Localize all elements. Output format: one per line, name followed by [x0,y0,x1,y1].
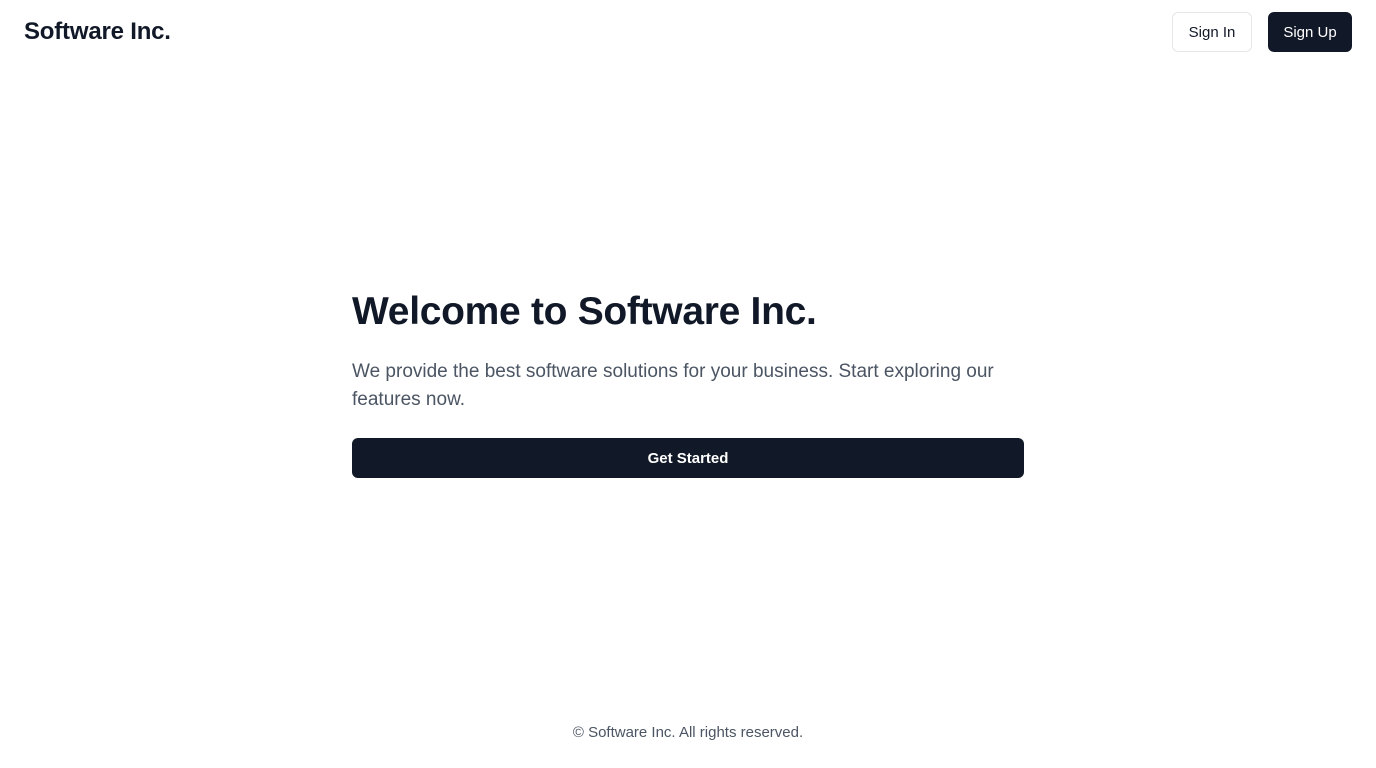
brand-logo[interactable]: Software Inc. [24,18,171,46]
page: Software Inc. Sign In Sign Up Welcome to… [0,0,1376,768]
hero-section: Welcome to Software Inc. We provide the … [352,288,1024,478]
sign-up-button[interactable]: Sign Up [1268,12,1352,52]
sign-in-button[interactable]: Sign In [1172,12,1252,52]
copyright-text: © Software Inc. All rights reserved. [572,724,804,741]
hero-title: Welcome to Software Inc. [352,290,817,333]
top-nav: Software Inc. Sign In Sign Up [0,0,1376,64]
header-actions: Sign In Sign Up [1172,12,1352,52]
footer: © Software Inc. All rights reserved. [0,724,1376,741]
get-started-button[interactable]: Get Started [352,438,1024,478]
hero-description: We provide the best software solutions f… [352,361,994,410]
